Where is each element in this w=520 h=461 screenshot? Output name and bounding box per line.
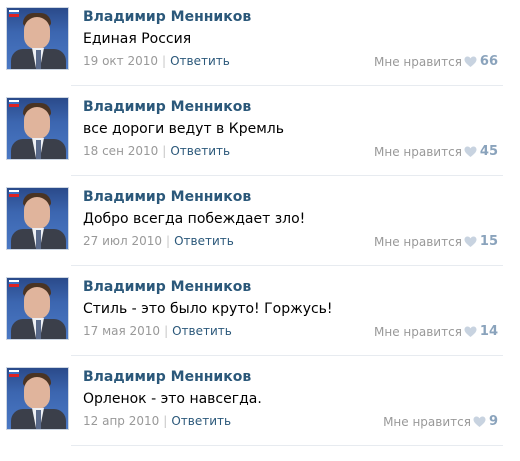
avatar[interactable] (6, 367, 69, 430)
divider (71, 85, 503, 86)
heart-icon (464, 236, 477, 247)
comment-item: Владимир Менников все дороги ведут в Кре… (0, 90, 520, 180)
comment-meta: 12 апр 2010 | Ответить (83, 414, 231, 428)
meta-divider: | (162, 144, 167, 158)
party-logo-icon (9, 100, 19, 107)
comment-date[interactable]: 19 окт 2010 (83, 54, 158, 68)
party-logo-icon (9, 190, 19, 197)
author-name[interactable]: Владимир Менников (83, 189, 251, 205)
comment-meta: 17 мая 2010 | Ответить (83, 324, 232, 338)
comment-item: Владимир Менников Орленок - это навсегда… (0, 360, 520, 450)
comment-date[interactable]: 12 апр 2010 (83, 414, 159, 428)
comment-meta: 19 окт 2010 | Ответить (83, 54, 230, 68)
heart-icon (464, 146, 477, 157)
like-label: Мне нравится (374, 234, 462, 249)
comment-text: Единая Россия (83, 31, 192, 47)
divider (71, 265, 503, 266)
reply-link[interactable]: Ответить (174, 234, 234, 248)
party-logo-icon (9, 280, 19, 287)
meta-divider: | (162, 54, 167, 68)
divider (71, 355, 503, 356)
comment-item: Владимир Менников Стиль - это было круто… (0, 270, 520, 360)
like-label: Мне нравится (374, 54, 462, 69)
author-name[interactable]: Владимир Менников (83, 369, 251, 385)
like-button[interactable]: Мне нравится 9 (383, 414, 498, 429)
like-count: 66 (479, 54, 498, 69)
heart-icon (473, 416, 486, 427)
comment-item: Владимир Менников Добро всегда побеждает… (0, 180, 520, 270)
comment-text: Орленок - это навсегда. (83, 391, 262, 407)
comment-meta: 27 июл 2010 | Ответить (83, 234, 234, 248)
like-label: Мне нравится (374, 324, 462, 339)
like-count: 9 (488, 414, 498, 429)
comment-date[interactable]: 18 сен 2010 (83, 144, 158, 158)
comment-text: Добро всегда побеждает зло! (83, 211, 306, 227)
like-count: 45 (479, 144, 498, 159)
author-name[interactable]: Владимир Менников (83, 9, 251, 25)
comments-feed: Владимир Менников Единая Россия 19 окт 2… (0, 0, 520, 461)
comment-item: Владимир Менников Единая Россия 19 окт 2… (0, 0, 520, 90)
like-button[interactable]: Мне нравится 15 (374, 234, 498, 249)
comment-text: все дороги ведут в Кремль (83, 121, 284, 137)
avatar[interactable] (6, 97, 69, 160)
like-button[interactable]: Мне нравится 14 (374, 324, 498, 339)
party-logo-icon (9, 10, 19, 17)
author-name[interactable]: Владимир Менников (83, 279, 251, 295)
reply-link[interactable]: Ответить (170, 144, 230, 158)
like-count: 14 (479, 324, 498, 339)
meta-divider: | (166, 234, 171, 248)
comment-meta: 18 сен 2010 | Ответить (83, 144, 230, 158)
heart-icon (464, 56, 477, 67)
comment-date[interactable]: 27 июл 2010 (83, 234, 162, 248)
divider (71, 445, 503, 446)
meta-divider: | (164, 324, 169, 338)
avatar[interactable] (6, 277, 69, 340)
like-label: Мне нравится (374, 144, 462, 159)
comment-date[interactable]: 17 мая 2010 (83, 324, 160, 338)
like-button[interactable]: Мне нравится 66 (374, 54, 498, 69)
author-name[interactable]: Владимир Менников (83, 99, 251, 115)
avatar[interactable] (6, 187, 69, 250)
like-count: 15 (479, 234, 498, 249)
heart-icon (464, 326, 477, 337)
reply-link[interactable]: Ответить (172, 324, 232, 338)
meta-divider: | (163, 414, 168, 428)
reply-link[interactable]: Ответить (171, 414, 231, 428)
like-button[interactable]: Мне нравится 45 (374, 144, 498, 159)
divider (71, 175, 503, 176)
like-label: Мне нравится (383, 414, 471, 429)
reply-link[interactable]: Ответить (170, 54, 230, 68)
avatar[interactable] (6, 7, 69, 70)
comment-text: Стиль - это было круто! Горжусь! (83, 301, 333, 317)
party-logo-icon (9, 370, 19, 377)
